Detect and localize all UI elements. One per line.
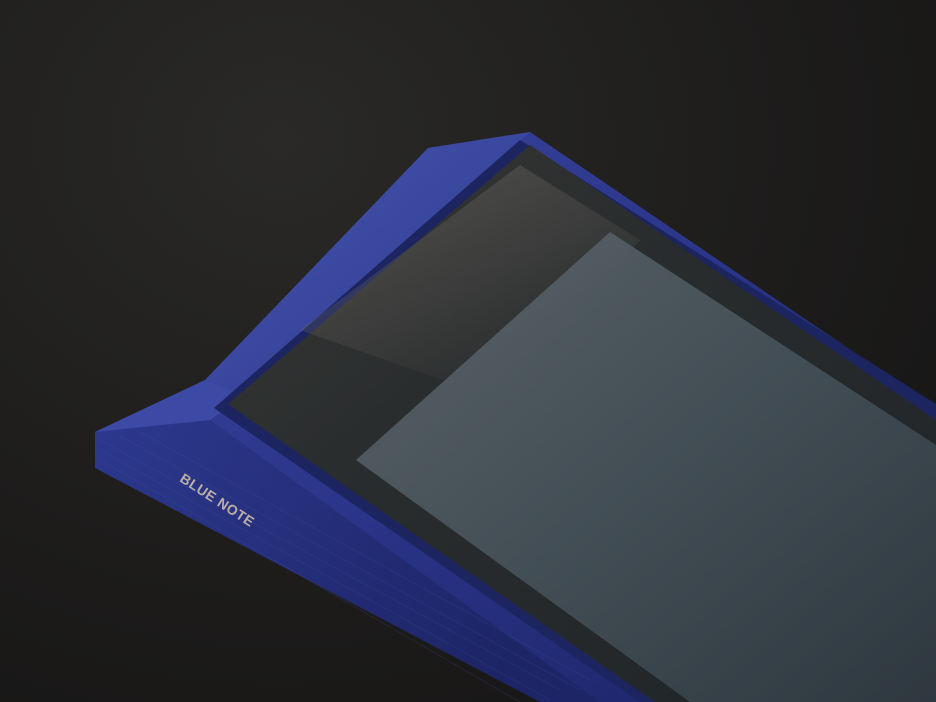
device-illustration: [95, 132, 936, 702]
photo-scene: BLUE NOTE: [0, 0, 936, 702]
